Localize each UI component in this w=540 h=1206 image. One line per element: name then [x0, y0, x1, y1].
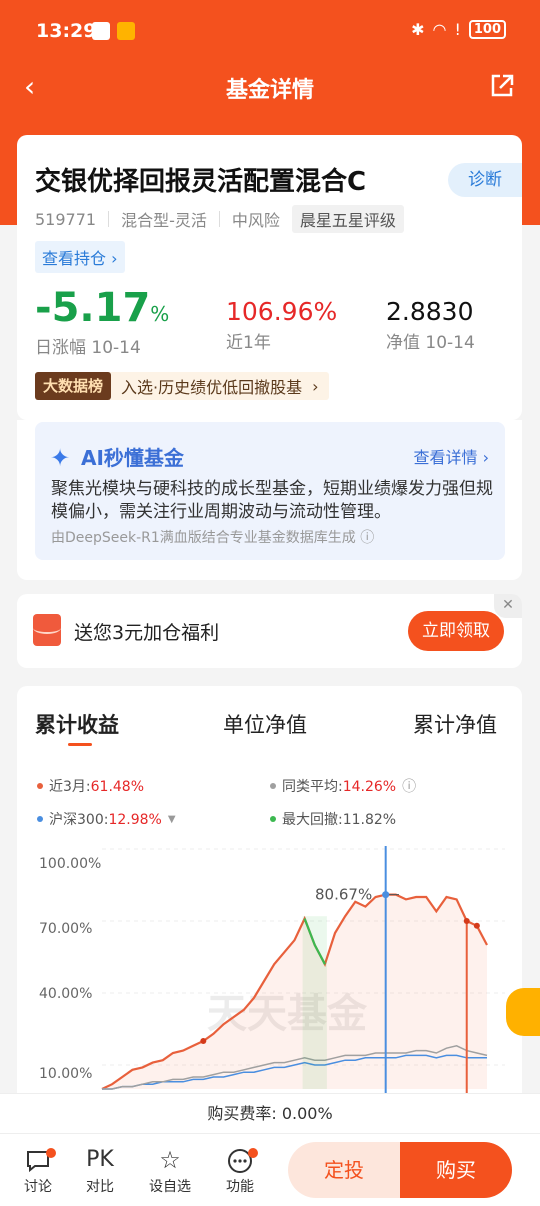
ai-summary-card: ✦ AI秒懂基金 查看详情 › 聚焦光模块与硬科技的成长型基金，短期业绩爆发力强… [17, 420, 522, 580]
legend-dot [270, 816, 276, 822]
navigation-bar: ‹ 基金详情 [0, 62, 540, 114]
daily-change-value: -5.17 [35, 285, 151, 331]
year-return-label: 近1年 [226, 333, 271, 353]
legend-dot [37, 783, 43, 789]
legend-peer: 同类平均:14.26% ⓘ [270, 776, 416, 796]
mascot-floating-icon[interactable] [506, 988, 540, 1036]
divider [108, 211, 110, 227]
event-marker [463, 918, 470, 924]
tab-cumulative-nav[interactable]: 累计净值 [413, 709, 497, 739]
promo-card: 送您3元加仓福利 立即领取 ✕ [17, 594, 522, 668]
discuss-label: 讨论 [24, 1179, 52, 1195]
diagnose-button[interactable]: 诊断 [448, 163, 522, 197]
dropdown-icon[interactable]: ▼ [168, 814, 176, 825]
legend-drawdown-value: 11.82% [342, 812, 397, 828]
page-title: 基金详情 [225, 78, 314, 103]
chat-icon [8, 1144, 68, 1176]
status-time: 13:29 [36, 20, 97, 42]
bigdata-ranking-banner[interactable]: 大数据榜 入选·历史绩优低回撤股基 › [35, 372, 329, 400]
tab-cumulative-return[interactable]: 累计收益 [35, 709, 119, 739]
year-return-stat: 106.96% 近1年 [226, 297, 337, 353]
alert-icon: ! [454, 20, 461, 39]
event-marker [473, 922, 480, 929]
bigdata-text: 入选·历史绩优低回撤股基 [121, 378, 303, 397]
legend-peer-value: 14.26% [342, 779, 397, 795]
fund-summary-card: 交银优择回报灵活配置混合C 诊断 519771 混合型-灵活 中风险 晨星五星评… [17, 135, 522, 420]
legend-index-label: 沪深300: [49, 812, 109, 828]
legend-index[interactable]: 沪深300:12.98% ▼ [37, 809, 176, 829]
purchase-fee: 购买费率: 0.00% [0, 1093, 540, 1133]
more-icon [210, 1144, 270, 1176]
discuss-button[interactable]: 讨论 [8, 1144, 68, 1196]
notification-badge [248, 1148, 258, 1158]
divider [218, 211, 220, 227]
add-watchlist-label: 设自选 [149, 1179, 191, 1195]
daily-change-stat: -5.17% 日涨幅 10-14 [35, 285, 169, 358]
notification-app-icon [117, 22, 135, 40]
bluetooth-icon: ✱ [411, 20, 425, 39]
buy-button[interactable]: 购买 [400, 1142, 512, 1198]
peak-point [382, 891, 390, 899]
view-holdings-link[interactable]: 查看持仓 › [35, 241, 125, 273]
bottom-action-bar: 讨论 PK 对比 ☆ 设自选 功能 定投 购买 [0, 1133, 540, 1206]
fund-rating-badge: 晨星五星评级 [291, 205, 404, 233]
fund-code: 519771 [35, 209, 97, 229]
event-marker [200, 1038, 207, 1044]
active-tab-indicator [68, 743, 92, 746]
ai-details-link[interactable]: 查看详情 › [414, 444, 490, 468]
legend-dot [270, 783, 276, 789]
chevron-right-icon: › [312, 376, 319, 396]
add-watchlist-button[interactable]: ☆ 设自选 [140, 1144, 200, 1196]
daily-change-unit: % [150, 302, 170, 326]
claim-button[interactable]: 立即领取 [408, 611, 504, 651]
year-return-value: 106.96% [226, 297, 338, 326]
legend-fund: 近3月:61.48% [37, 776, 144, 796]
legend-drawdown: 最大回撤:11.82% [270, 809, 396, 829]
ai-summary-text: 聚焦光模块与硬科技的成长型基金，短期业绩爆发力强但规模偏小，需关注行业周期波动与… [51, 479, 493, 522]
share-icon[interactable] [488, 72, 516, 100]
fund-meta: 519771 混合型-灵活 中风险 晨星五星评级 [35, 205, 404, 233]
nav-stat: 2.8830 净值 10-14 [386, 297, 475, 353]
fund-type: 混合型-灵活 [121, 211, 207, 230]
compare-button[interactable]: PK 对比 [70, 1144, 130, 1196]
ai-summary-box: ✦ AI秒懂基金 查看详情 › 聚焦光模块与硬科技的成长型基金，短期业绩爆发力强… [35, 422, 505, 560]
return-chart[interactable]: 100.00% 70.00% 40.00% 10.00% 天天基金 80.67% [17, 846, 522, 1106]
ai-title: AI秒懂基金 [81, 446, 184, 470]
more-functions-button[interactable]: 功能 [210, 1144, 270, 1196]
sparkle-icon: ✦ [50, 444, 71, 472]
tab-unit-nav[interactable]: 单位净值 [223, 709, 307, 739]
status-bar: 13:29 ✱ ◠ ! 100 [0, 0, 540, 62]
legend-drawdown-label: 最大回撤: [282, 812, 343, 828]
fund-risk: 中风险 [231, 211, 280, 230]
legend-peer-label: 同类平均: [282, 779, 343, 795]
legend-fund-label: 近3月: [49, 779, 91, 795]
pk-icon: PK [86, 1147, 114, 1172]
notification-badge [46, 1148, 56, 1158]
legend-index-value: 12.98% [108, 812, 162, 828]
info-icon[interactable]: ⓘ [402, 776, 416, 796]
legend-fund-value: 61.48% [90, 779, 145, 795]
more-functions-label: 功能 [226, 1179, 254, 1195]
legend-dot [37, 816, 43, 822]
wifi-icon: ◠ [432, 20, 447, 39]
chart-plot: 80.67% [101, 846, 505, 1104]
ai-source-note: 由DeepSeek-R1满血版结合专业基金数据库生成 ⓘ [51, 530, 375, 546]
performance-card: 累计收益 单位净值 累计净值 近3月:61.48% 同类平均:14.26% ⓘ … [17, 686, 522, 1106]
fund-name: 交银优择回报灵活配置混合C [35, 167, 367, 197]
daily-change-label: 日涨幅 10-14 [35, 338, 141, 358]
star-icon: ☆ [159, 1146, 181, 1174]
auto-invest-button[interactable]: 定投 [288, 1142, 400, 1198]
bigdata-tag: 大数据榜 [35, 372, 112, 400]
compare-label: 对比 [86, 1179, 114, 1195]
nav-label: 净值 10-14 [386, 333, 475, 353]
battery-icon: 100 [468, 20, 506, 39]
red-envelope-icon [33, 614, 61, 646]
promo-text: 送您3元加仓福利 [74, 622, 220, 644]
peak-label: 80.67% [315, 886, 372, 904]
close-icon[interactable]: ✕ [494, 594, 522, 618]
nav-value: 2.8830 [386, 297, 474, 326]
notification-app-icon [92, 22, 110, 40]
